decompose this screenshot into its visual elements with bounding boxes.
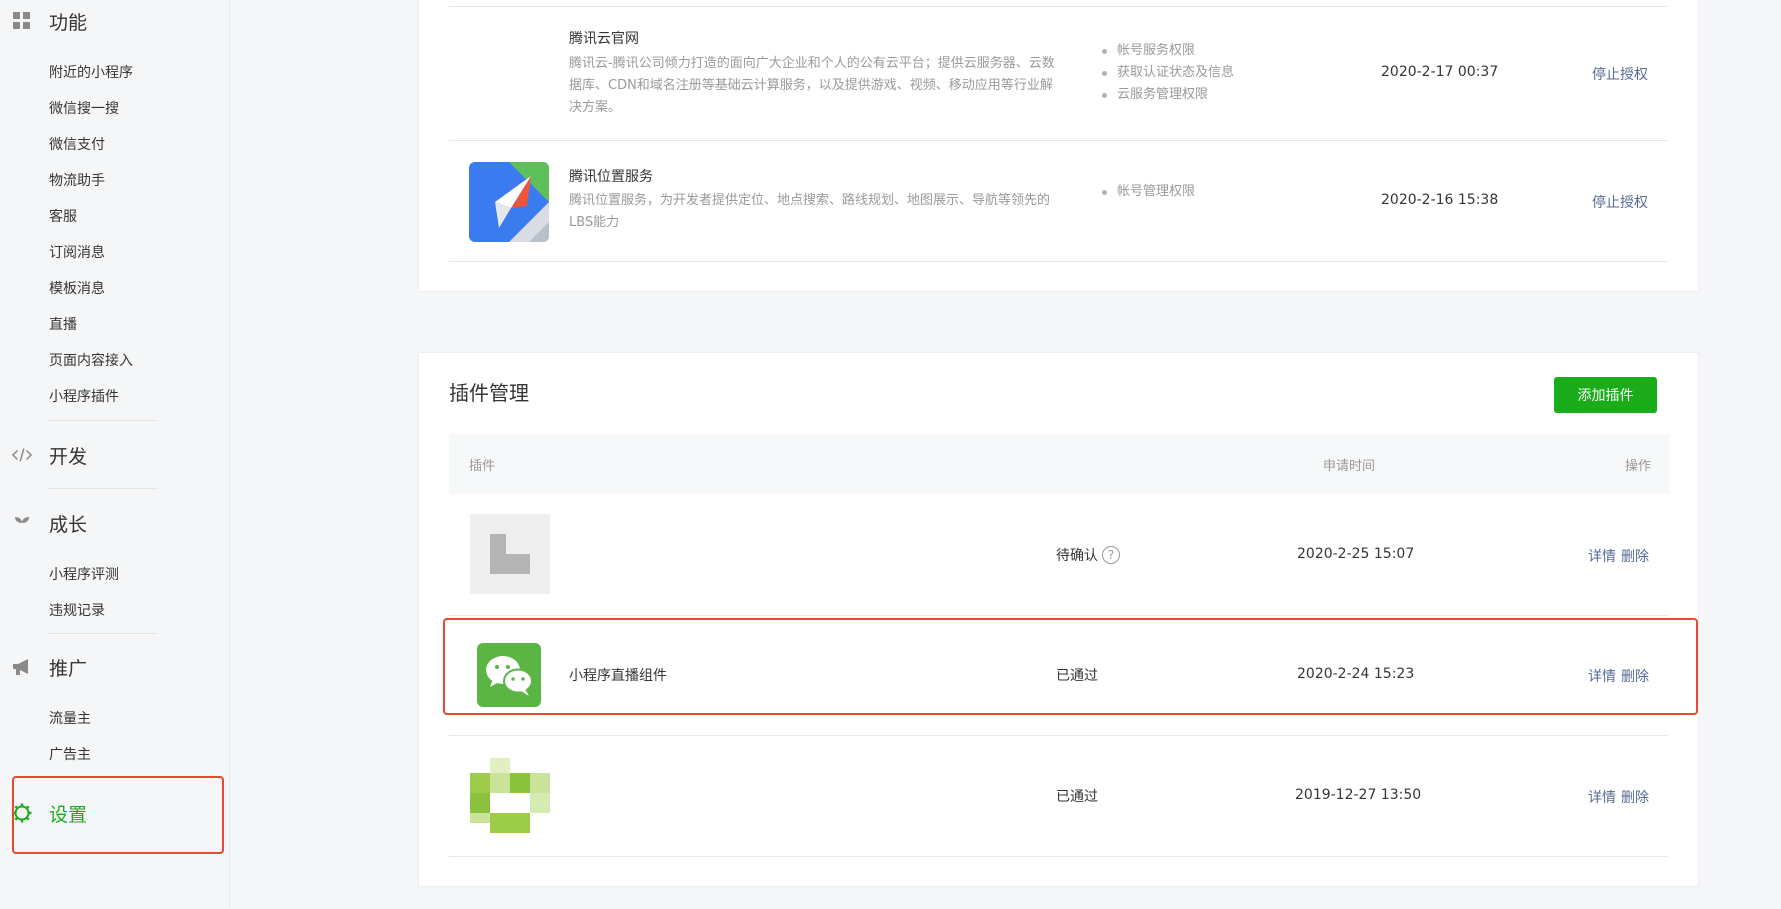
stop-authorization-link[interactable]: 停止授权 xyxy=(1592,192,1648,212)
sidebar-divider xyxy=(48,420,158,421)
sidebar-item-wechat-pay[interactable]: 微信支付 xyxy=(49,134,105,154)
sidebar-item-evaluation[interactable]: 小程序评测 xyxy=(49,564,119,584)
column-header-time: 申请时间 xyxy=(1323,459,1376,474)
grid-icon xyxy=(12,11,32,31)
code-icon xyxy=(12,445,32,465)
delete-link[interactable]: 删除 xyxy=(1621,546,1649,566)
tencent-map-logo xyxy=(469,162,549,242)
plugin-management-title: 插件管理 xyxy=(449,381,529,405)
row-divider xyxy=(449,615,1668,616)
sidebar: 功能 附近的小程序 微信搜一搜 微信支付 物流助手 客服 订阅消息 模板消息 直… xyxy=(0,0,230,909)
permission-item: 帐号服务权限 xyxy=(1099,40,1234,62)
stop-authorization-link[interactable]: 停止授权 xyxy=(1592,64,1648,84)
authorized-services-card: 腾讯云官网 腾讯云-腾讯公司倾力打造的面向广大企业和个人的公有云平台；提供云服务… xyxy=(418,0,1699,292)
row-divider xyxy=(449,261,1668,262)
status-text: 待确认 xyxy=(1056,548,1098,564)
sidebar-section-label: 功能 xyxy=(49,11,88,34)
plugin-status: 已通过 xyxy=(1056,786,1098,806)
permission-item: 云服务管理权限 xyxy=(1099,84,1234,106)
permission-list: 帐号服务权限 获取认证状态及信息 云服务管理权限 xyxy=(1099,40,1234,106)
row-divider xyxy=(449,856,1668,857)
sprout-icon xyxy=(12,513,32,533)
row-divider xyxy=(449,6,1668,7)
plugin-status: 待确认 ? xyxy=(1056,545,1120,565)
service-name: 腾讯云官网 xyxy=(569,31,639,47)
plugin-table-header: 插件 申请时间 操作 xyxy=(449,434,1669,494)
permission-list: 帐号管理权限 xyxy=(1099,181,1195,203)
sidebar-section-label: 开发 xyxy=(49,445,88,468)
sidebar-item-logistics[interactable]: 物流助手 xyxy=(49,170,105,190)
row-divider xyxy=(449,735,1668,736)
sidebar-section-label: 推广 xyxy=(49,657,88,680)
detail-link[interactable]: 详情 xyxy=(1588,787,1616,807)
authorized-time: 2020-2-16 15:38 xyxy=(1381,192,1499,208)
sidebar-item-plugins[interactable]: 小程序插件 xyxy=(49,386,119,406)
sidebar-item-wechat-search[interactable]: 微信搜一搜 xyxy=(49,98,119,118)
status-text: 已通过 xyxy=(1056,789,1098,805)
plugin-placeholder-logo xyxy=(470,514,550,594)
sidebar-item-advertiser[interactable]: 广告主 xyxy=(49,744,91,764)
settings-highlight-box xyxy=(12,776,224,854)
sidebar-item-traffic-owner[interactable]: 流量主 xyxy=(49,708,91,728)
plugin-mosaic-logo xyxy=(470,758,550,838)
delete-link[interactable]: 删除 xyxy=(1621,787,1649,807)
permission-item: 获取认证状态及信息 xyxy=(1099,62,1234,84)
megaphone-icon xyxy=(12,657,32,677)
sidebar-item-subscribe-message[interactable]: 订阅消息 xyxy=(49,242,105,262)
sidebar-section-label: 成长 xyxy=(49,513,88,536)
service-description: 腾讯云-腾讯公司倾力打造的面向广大企业和个人的公有云平台；提供云服务器、云数据库… xyxy=(569,56,1055,115)
sidebar-divider xyxy=(48,633,158,634)
sidebar-item-template-message[interactable]: 模板消息 xyxy=(49,278,105,298)
service-description: 腾讯位置服务，为开发者提供定位、地点搜索、路线规划、地图展示、导航等领先的LBS… xyxy=(569,193,1051,230)
service-name: 腾讯位置服务 xyxy=(569,169,653,185)
column-header-action: 操作 xyxy=(1625,459,1652,474)
row-divider xyxy=(449,140,1668,141)
sidebar-item-customer-service[interactable]: 客服 xyxy=(49,206,77,226)
help-icon[interactable]: ? xyxy=(1102,546,1120,564)
detail-link[interactable]: 详情 xyxy=(1588,546,1616,566)
sidebar-item-violations[interactable]: 违规记录 xyxy=(49,600,105,620)
sidebar-item-live[interactable]: 直播 xyxy=(49,314,77,334)
column-header-plugin: 插件 xyxy=(469,459,496,474)
authorized-time: 2020-2-17 00:37 xyxy=(1381,64,1499,80)
apply-time: 2020-2-25 15:07 xyxy=(1297,546,1415,562)
permission-item: 帐号管理权限 xyxy=(1099,181,1195,203)
apply-time: 2019-12-27 13:50 xyxy=(1295,787,1422,803)
sidebar-item-nearby-miniprogram[interactable]: 附近的小程序 xyxy=(49,62,133,82)
sidebar-divider xyxy=(48,488,158,489)
live-plugin-highlight-box xyxy=(443,618,1698,715)
sidebar-item-page-content[interactable]: 页面内容接入 xyxy=(49,350,133,370)
add-plugin-button[interactable]: 添加插件 xyxy=(1554,377,1657,413)
